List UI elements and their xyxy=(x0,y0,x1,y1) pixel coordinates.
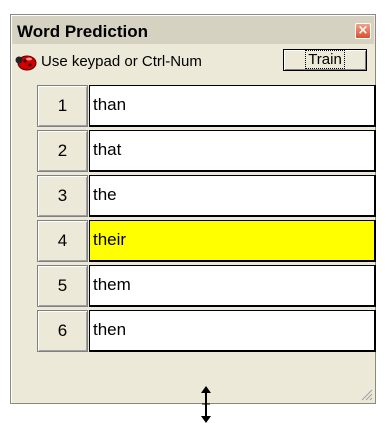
keypad-hint: Use keypad or Ctrl-Num xyxy=(41,53,202,70)
word-prediction-window: Word Prediction × Use keypad or Ctrl-Num… xyxy=(10,14,376,404)
prediction-number-button[interactable]: 4 xyxy=(37,220,88,262)
prediction-row-selected[interactable]: 4 their xyxy=(31,220,376,262)
prediction-word-selected[interactable]: their xyxy=(89,220,376,262)
prediction-word[interactable]: them xyxy=(89,265,376,307)
window-title: Word Prediction xyxy=(17,22,148,41)
resize-grip-icon[interactable] xyxy=(359,387,373,401)
vertical-resize-cursor-icon xyxy=(201,386,211,423)
prediction-row[interactable]: 2 that xyxy=(31,130,376,172)
prediction-number-button[interactable]: 1 xyxy=(37,85,88,127)
prediction-row[interactable]: 5 them xyxy=(31,265,376,307)
prediction-number-button[interactable]: 2 xyxy=(37,130,88,172)
train-button[interactable]: Train xyxy=(283,49,367,71)
prediction-row[interactable]: 1 than xyxy=(31,85,376,127)
prediction-row[interactable]: 6 then xyxy=(31,310,376,352)
prediction-number-button[interactable]: 5 xyxy=(37,265,88,307)
prediction-word[interactable]: the xyxy=(89,175,376,217)
prediction-word[interactable]: than xyxy=(89,85,376,127)
title-bar[interactable]: Word Prediction × xyxy=(12,16,374,44)
toolbar: Use keypad or Ctrl-Num Train xyxy=(15,47,371,75)
prediction-number-button[interactable]: 3 xyxy=(37,175,88,217)
prediction-number-button[interactable]: 6 xyxy=(37,310,88,352)
close-icon: × xyxy=(357,23,369,38)
prediction-list: 1 than 2 that 3 the 4 their 5 them 6 the… xyxy=(31,85,376,355)
prediction-row[interactable]: 3 the xyxy=(31,175,376,217)
train-button-label: Train xyxy=(305,50,345,69)
prediction-word[interactable]: that xyxy=(89,130,376,172)
ladybug-icon xyxy=(15,55,37,71)
prediction-word[interactable]: then xyxy=(89,310,376,352)
close-button[interactable]: × xyxy=(355,23,371,39)
